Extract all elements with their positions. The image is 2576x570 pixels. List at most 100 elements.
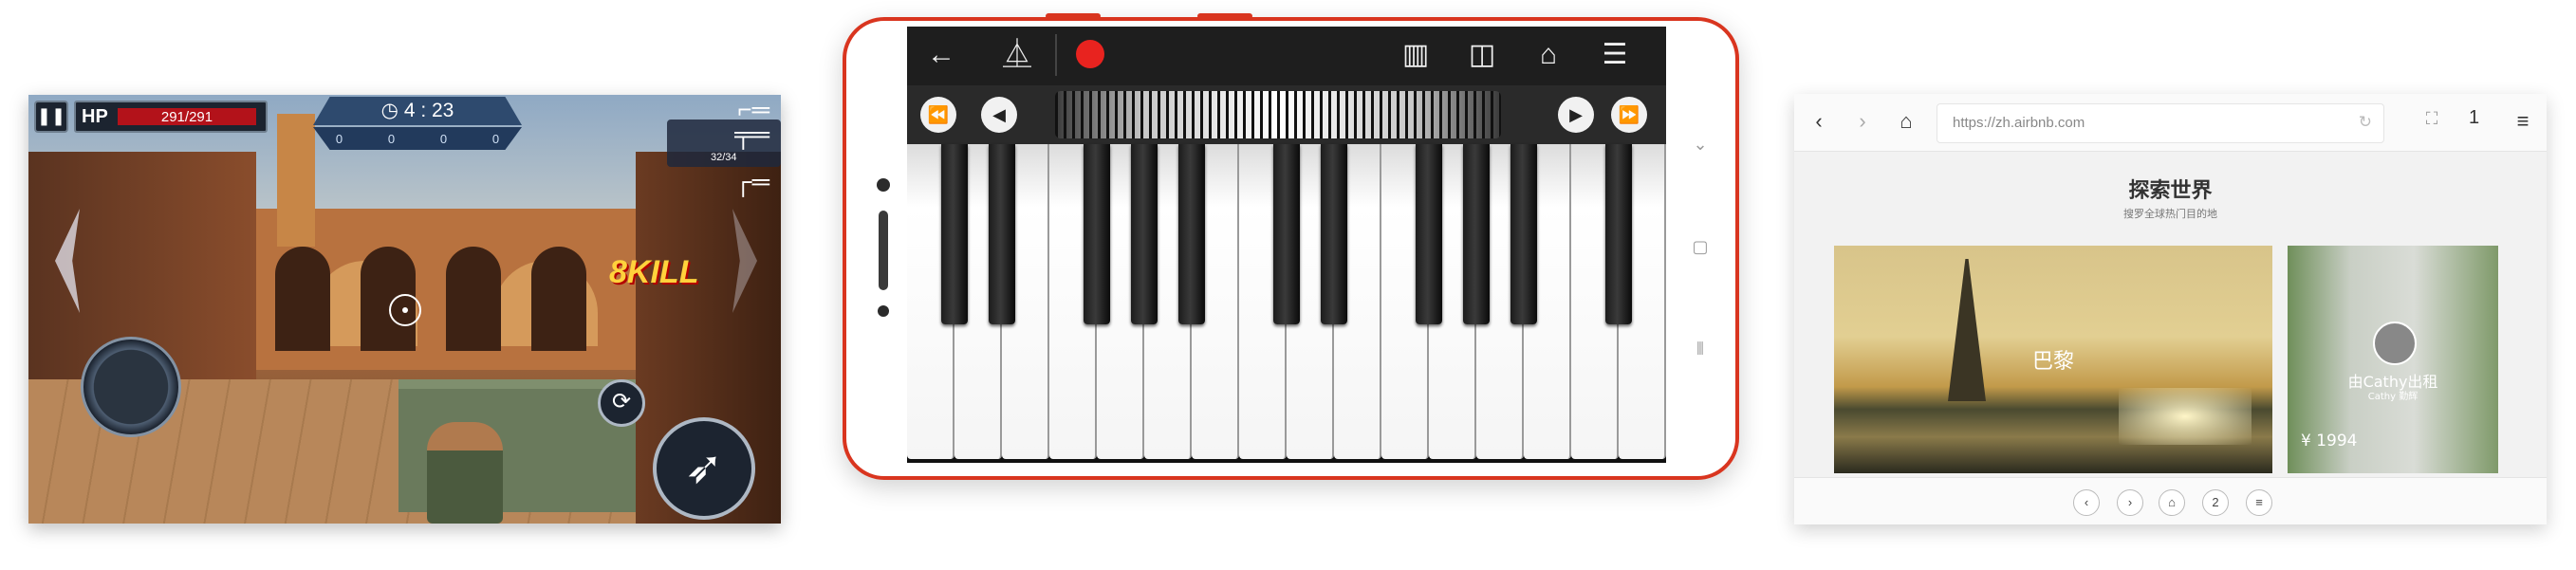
piano-toolbar: ← ⏅ ▥ ◫ ⌂ ☰	[907, 27, 1666, 85]
double-left-icon: ⏪	[927, 105, 950, 124]
black-key[interactable]	[1510, 144, 1537, 324]
stat-value: 0	[491, 131, 500, 146]
sensor	[878, 305, 889, 317]
fast-forward-button[interactable]: ⏩	[1611, 97, 1647, 133]
destination-card-paris[interactable]: 巴黎	[1834, 246, 2272, 473]
browser-bottom-bar: ‹ › ⌂ 2 ≡	[1794, 477, 2547, 524]
right-triangle-icon: ▶	[1569, 105, 1583, 124]
player-soldier	[427, 422, 503, 524]
page-subtitle: 搜罗全球热门目的地	[2123, 208, 2217, 220]
fire-icon: ➶	[684, 443, 724, 493]
movement-joystick[interactable]	[81, 337, 181, 437]
metronome-icon[interactable]: ⏅	[998, 36, 1036, 74]
browser-window: ‹ › ⌂ https://zh.airbnb.com ↻ ⛶ 1 ≡ 探索世界…	[1794, 94, 2547, 524]
weapon-slot[interactable]: ⌐═	[667, 95, 781, 123]
fire-button[interactable]: ➶	[653, 417, 755, 520]
page-title: 探索世界	[2128, 179, 2213, 203]
fullscreen-icon[interactable]: ⛶	[2420, 109, 2443, 129]
nav-recents-icon[interactable]: ⦀	[1691, 340, 1710, 359]
black-key[interactable]	[1273, 144, 1300, 324]
phone-side-button	[1197, 13, 1252, 19]
shooter-game-screenshot: ❚❚ HP 291/291 ◷ 4 : 23 0 0 0 0 ⌐═ ╤═ 32/3…	[28, 95, 781, 524]
address-bar[interactable]: https://zh.airbnb.com ↻	[1937, 103, 2384, 143]
match-stats: 0 0 0 0	[313, 127, 522, 150]
stat-value: 0	[387, 131, 396, 146]
tab-page-button[interactable]: 2	[2202, 489, 2229, 516]
menu-icon[interactable]: ≡	[2246, 489, 2272, 516]
nav-home-icon[interactable]: ▢	[1691, 237, 1710, 257]
kill-text: KILL	[626, 254, 699, 290]
home-icon[interactable]: ⌂	[2159, 489, 2185, 516]
black-key[interactable]	[1416, 144, 1442, 324]
match-timer: ◷ 4 : 23	[313, 97, 522, 125]
crosshair-icon	[389, 294, 421, 326]
black-key[interactable]	[1178, 144, 1205, 324]
home-icon[interactable]: ⌂	[1895, 109, 1918, 134]
phone-frame: ⌄ ▢ ⦀ ← ⏅ ▥ ◫ ⌂ ☰ ⏪ ◀ ▶ ⏩	[843, 13, 1739, 480]
earpiece-speaker	[879, 211, 888, 290]
back-icon[interactable]: ‹	[2073, 489, 2100, 516]
toolbar-divider	[1055, 34, 1057, 76]
weapon-slot-active[interactable]: ╤═ 32/34	[667, 120, 781, 167]
menu-icon[interactable]: ☰	[1596, 36, 1634, 74]
forward-icon[interactable]: ›	[2117, 489, 2143, 516]
scene-arch	[531, 247, 586, 351]
black-key[interactable]	[989, 144, 1015, 324]
assault-rifle-icon: ╤═	[734, 120, 769, 148]
menu-icon[interactable]: ≡	[2511, 109, 2534, 134]
pistol-icon: ┌═	[734, 167, 769, 195]
back-arrow-icon[interactable]: ←	[922, 36, 960, 74]
nav-back-icon[interactable]: ⌄	[1691, 135, 1710, 155]
keyboard-navigator: ⏪ ◀ ▶ ⏩	[907, 85, 1666, 144]
reload-icon: ⟳	[611, 389, 632, 414]
clock-icon: ◷	[380, 100, 404, 121]
scroll-right-button[interactable]: ▶	[1558, 97, 1594, 133]
record-button[interactable]	[1076, 40, 1104, 68]
scene-arch	[446, 247, 501, 351]
scene-minaret	[277, 114, 315, 247]
piano-keyboard	[907, 144, 1666, 463]
piano-app-screen: ← ⏅ ▥ ◫ ⌂ ☰ ⏪ ◀ ▶ ⏩	[907, 27, 1666, 463]
forward-icon[interactable]: ›	[1851, 109, 1874, 134]
scroll-left-button[interactable]: ◀	[981, 97, 1017, 133]
scene-building	[256, 209, 655, 370]
pause-button[interactable]: ❚❚	[34, 101, 68, 133]
weapon-slot[interactable]: ┌═	[667, 167, 781, 195]
reload-button[interactable]: ⟳	[598, 379, 645, 427]
instrument-icon[interactable]: ⌂	[1529, 36, 1567, 74]
phone-side-button	[1046, 13, 1101, 19]
kill-notification: 8KILL	[609, 254, 699, 290]
pause-icon: ❚❚	[36, 106, 66, 125]
fast-rewind-button[interactable]: ⏪	[920, 97, 956, 133]
black-key[interactable]	[941, 144, 968, 324]
black-key[interactable]	[1321, 144, 1347, 324]
avatar	[2373, 322, 2417, 365]
url-text: https://zh.airbnb.com	[1953, 115, 2085, 131]
hp-label: HP	[82, 106, 108, 127]
hp-bar: HP 291/291	[74, 101, 268, 133]
weapon-selector: ⌐═ ╤═ 32/34 ┌═	[667, 95, 781, 195]
front-camera	[877, 178, 890, 192]
listing-host-sub: Cathy 勤辉	[2367, 392, 2418, 402]
stat-value: 0	[439, 131, 448, 146]
sunset-glow	[2119, 388, 2252, 445]
black-key[interactable]	[1605, 144, 1632, 324]
keyboard-overview[interactable]	[1055, 91, 1501, 138]
browser-toolbar: ‹ › ⌂ https://zh.airbnb.com ↻ ⛶ 1 ≡	[1794, 94, 2547, 152]
tab-count[interactable]: 1	[2469, 107, 2479, 129]
double-right-icon: ⏩	[1618, 105, 1640, 124]
listing-card[interactable]: 由Cathy出租 Cathy 勤辉 ¥ 1994	[2288, 246, 2498, 473]
refresh-icon[interactable]: ↻	[2359, 113, 2372, 132]
listing-price: ¥ 1994	[2301, 432, 2358, 450]
eiffel-tower-image	[1948, 259, 1986, 401]
black-key[interactable]	[1084, 144, 1110, 324]
black-key[interactable]	[1463, 144, 1490, 324]
keyboard-layout-icon[interactable]: ▥	[1397, 36, 1435, 74]
back-icon[interactable]: ‹	[1807, 109, 1830, 134]
destination-label: 巴黎	[2031, 350, 2074, 374]
black-key[interactable]	[1131, 144, 1158, 324]
dual-keyboard-icon[interactable]: ◫	[1463, 36, 1501, 74]
left-triangle-icon: ◀	[992, 105, 1006, 124]
stat-value: 0	[335, 131, 343, 146]
timer-text: 4 : 23	[403, 100, 454, 121]
